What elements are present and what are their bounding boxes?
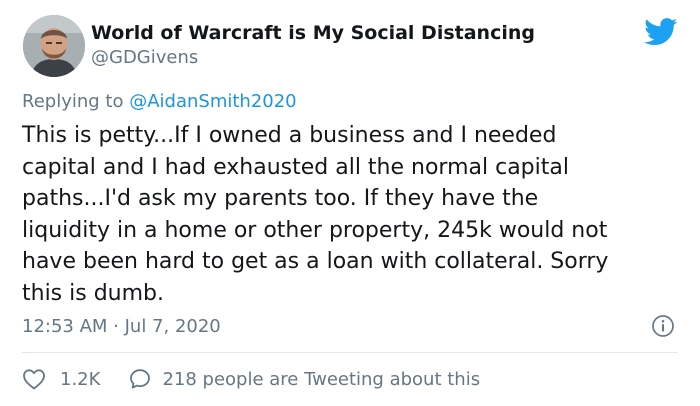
speech-bubble-icon: [130, 369, 151, 389]
author-handle[interactable]: @GDGivens: [91, 47, 198, 68]
avatar-image: [23, 15, 85, 77]
replying-to-label: Replying to: [22, 91, 124, 112]
tweet-actions: 1.2K 218 people are Tweeting about this: [22, 366, 480, 392]
divider: [22, 352, 678, 353]
info-icon[interactable]: [651, 314, 675, 338]
like-count: 1.2K: [60, 368, 101, 390]
avatar[interactable]: [23, 15, 85, 77]
author-display-name[interactable]: World of Warcraft is My Social Distancin…: [91, 22, 535, 44]
heart-icon: [23, 369, 45, 390]
reply-mention-link[interactable]: @AidanSmith2020: [129, 91, 296, 112]
conversation-action[interactable]: 218 people are Tweeting about this: [128, 367, 480, 391]
tweet-card: World of Warcraft is My Social Distancin…: [0, 0, 700, 406]
twitter-bird-icon[interactable]: [644, 18, 678, 46]
like-action[interactable]: 1.2K: [22, 368, 100, 390]
tweet-timestamp[interactable]: 12:53 AM · Jul 7, 2020: [22, 316, 221, 337]
conversation-count-text: 218 people are Tweeting about this: [162, 368, 481, 390]
tweet-body-text: This is petty...If I owned a business an…: [22, 123, 609, 306]
replying-to-line: Replying to @AidanSmith2020: [22, 91, 297, 112]
